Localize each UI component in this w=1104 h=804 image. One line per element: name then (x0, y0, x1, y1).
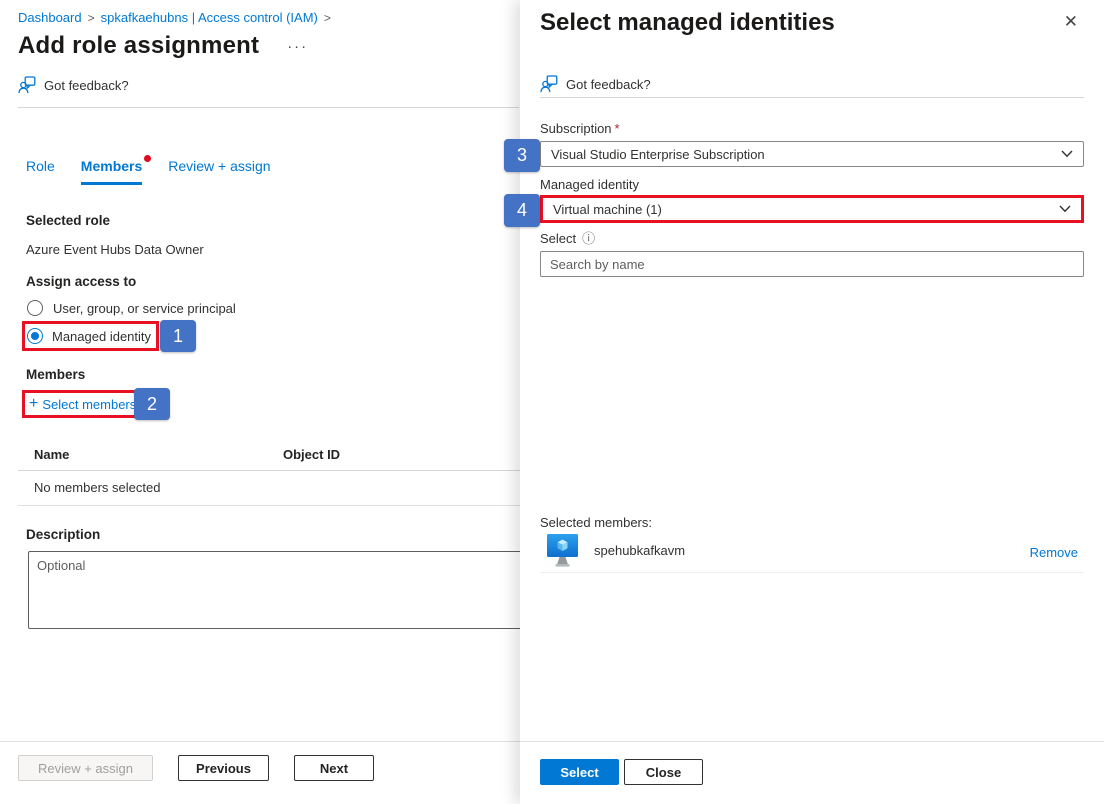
table-header-object-id: Object ID (283, 447, 340, 462)
table-header-name: Name (34, 447, 69, 462)
select-members-label: Select members (42, 397, 136, 412)
chevron-down-icon (1059, 205, 1071, 213)
subscription-dropdown-value: Visual Studio Enterprise Subscription (551, 147, 765, 162)
subscription-dropdown[interactable]: Visual Studio Enterprise Subscription (540, 141, 1084, 167)
tab-review-assign[interactable]: Review + assign (168, 158, 270, 185)
assign-access-to-heading: Assign access to (26, 274, 136, 289)
select-managed-identities-panel: Select managed identities ✕ Got feedback… (520, 0, 1104, 804)
annotation-badge-4: 4 (504, 194, 540, 227)
radio-managed-identity-label[interactable]: Managed identity (52, 329, 151, 344)
managed-identity-highlight-box: Managed identity (22, 321, 159, 351)
radio-selected-icon[interactable] (27, 328, 43, 344)
close-icon[interactable]: ✕ (1064, 13, 1078, 30)
selected-member-name: spehubkafkavm (594, 543, 685, 558)
members-heading: Members (26, 367, 85, 382)
member-row-divider (540, 572, 1084, 573)
panel-footer-divider (520, 741, 1104, 742)
feedback-icon (540, 75, 558, 93)
annotation-badge-1: 1 (160, 320, 196, 352)
breadcrumb-separator: > (88, 11, 95, 25)
radio-unselected-icon (27, 300, 43, 316)
page-title: Add role assignment (18, 32, 259, 60)
panel-got-feedback-label: Got feedback? (566, 77, 651, 92)
search-by-name-input[interactable] (540, 251, 1084, 277)
page-header: Add role assignment ··· (18, 32, 308, 60)
radio-user-group-label: User, group, or service principal (53, 301, 236, 316)
managed-identity-dropdown[interactable]: Virtual machine (1) (540, 195, 1084, 223)
selected-role-value: Azure Event Hubs Data Owner (26, 242, 204, 257)
review-assign-button[interactable]: Review + assign (18, 755, 153, 781)
subscription-label: Subscription* (540, 121, 620, 136)
next-button[interactable]: Next (294, 755, 374, 781)
azure-portal-screen: Dashboard > spkafkaehubns | Access control… (0, 0, 1104, 804)
select-field-label: Select ⓘ (540, 231, 595, 246)
panel-got-feedback-button[interactable]: Got feedback? (540, 75, 651, 93)
select-members-highlight-box: + Select members (22, 390, 138, 418)
got-feedback-label: Got feedback? (44, 78, 129, 93)
tab-role[interactable]: Role (26, 158, 55, 185)
breadcrumb: Dashboard > spkafkaehubns | Access control… (18, 10, 337, 25)
more-menu-icon[interactable]: ··· (287, 38, 308, 55)
panel-title: Select managed identities (540, 9, 835, 37)
managed-identity-dropdown-value: Virtual machine (1) (553, 202, 662, 217)
unsaved-changes-dot (144, 155, 151, 162)
breadcrumb-link-dashboard[interactable]: Dashboard (18, 10, 82, 25)
virtual-machine-icon (546, 533, 579, 573)
got-feedback-button[interactable]: Got feedback? (18, 76, 129, 94)
plus-icon: + (29, 395, 38, 413)
table-empty-row: No members selected (34, 480, 160, 495)
managed-identity-label: Managed identity (540, 177, 639, 192)
annotation-badge-3: 3 (504, 139, 540, 172)
panel-close-button[interactable]: Close (624, 759, 703, 785)
chevron-down-icon (1061, 150, 1073, 158)
selected-members-label: Selected members: (540, 515, 652, 530)
breadcrumb-link-resource-iam[interactable]: spkafkaehubns | Access control (IAM) (101, 10, 318, 25)
remove-member-link[interactable]: Remove (1030, 545, 1078, 560)
radio-user-group-service-principal[interactable]: User, group, or service principal (27, 300, 236, 316)
selected-role-heading: Selected role (26, 213, 110, 228)
required-asterisk: * (615, 121, 620, 136)
tab-members-label: Members (81, 158, 142, 174)
breadcrumb-separator: > (324, 11, 331, 25)
tab-bar: Role Members Review + assign (26, 158, 297, 185)
select-members-link[interactable]: + Select members (29, 395, 136, 413)
select-label-text: Select (540, 231, 576, 246)
annotation-badge-2: 2 (134, 388, 170, 420)
command-bar-divider (18, 107, 519, 108)
panel-divider (540, 97, 1084, 98)
subscription-label-text: Subscription (540, 121, 612, 136)
tab-members[interactable]: Members (81, 158, 142, 185)
panel-select-button[interactable]: Select (540, 759, 619, 785)
previous-button[interactable]: Previous (178, 755, 269, 781)
info-icon[interactable]: ⓘ (582, 232, 595, 245)
feedback-icon (18, 76, 36, 94)
description-heading: Description (26, 527, 100, 542)
